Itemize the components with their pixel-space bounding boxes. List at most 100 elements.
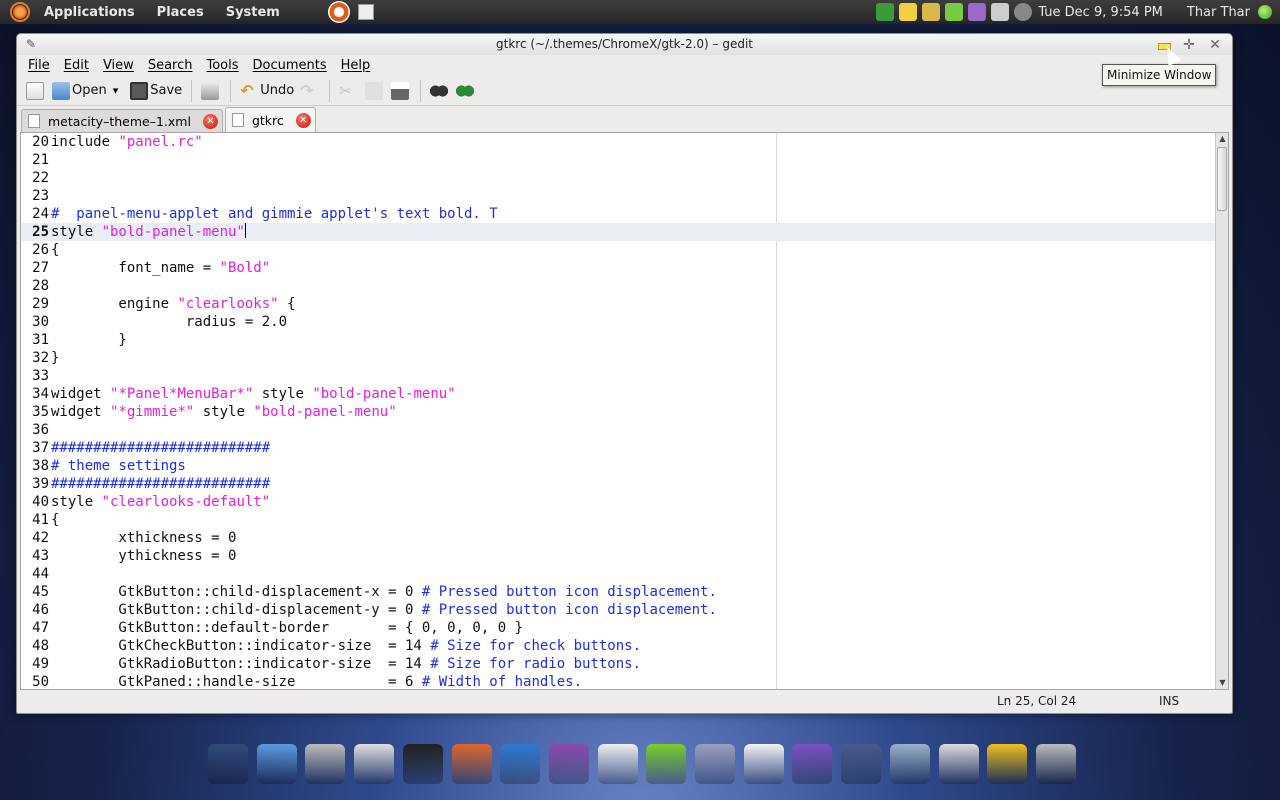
copy-button[interactable]	[362, 78, 388, 104]
clock[interactable]: Tue Dec 9, 9:54 PM	[1038, 5, 1163, 20]
menu-help[interactable]: Help	[334, 58, 378, 73]
tab-metacity-theme[interactable]: metacity–theme–1.xml ✕	[21, 109, 223, 132]
menu-search[interactable]: Search	[141, 58, 200, 73]
code-line[interactable]: 40 style "clearlooks-default"	[21, 493, 1215, 511]
network-icon[interactable]	[876, 3, 895, 21]
code-line[interactable]: 34 widget "*Panel*MenuBar*" style "bold-p…	[21, 385, 1215, 403]
close-window-button[interactable]: ✕	[1204, 36, 1226, 54]
code-line[interactable]: 32}	[21, 349, 1215, 367]
scroll-up-arrow-icon[interactable]: ▲	[1216, 133, 1228, 145]
code-line[interactable]: 46 GtkButton::child-displacement-y = 0 #…	[21, 601, 1215, 619]
note-launcher-icon[interactable]	[357, 4, 374, 20]
code-line[interactable]: 30 radius = 2.0	[21, 313, 1215, 331]
help-lifebuoy-icon[interactable]	[327, 1, 350, 23]
status-available-icon[interactable]	[1258, 5, 1272, 19]
text-editor[interactable]: 20 include "panel.rc" 21 22 23 24 # panel-menu…	[21, 133, 1215, 689]
code-text: {	[51, 242, 60, 258]
terminal-icon[interactable]	[402, 744, 443, 784]
code-line[interactable]: 50 GtkPaned::handle-size = 6 # Width of …	[21, 673, 1215, 689]
close-tab-icon[interactable]: ✕	[202, 113, 218, 129]
code-line[interactable]: 35 widget "*gimmie*" style "bold-panel-me…	[21, 403, 1215, 421]
text-editor-icon[interactable]	[597, 744, 638, 784]
code-line[interactable]: 22	[21, 169, 1215, 187]
compass-icon[interactable]	[695, 744, 736, 784]
tab-gtkrc[interactable]: gtkrc ✕	[224, 107, 316, 132]
places-menu[interactable]: Places	[149, 5, 212, 20]
code-line[interactable]: 45 GtkButton::child-displacement-x = 0 #…	[21, 583, 1215, 601]
code-line[interactable]: 38 # theme settings	[21, 457, 1215, 475]
code-line[interactable]: 33	[21, 367, 1215, 385]
menu-tools[interactable]: Tools	[199, 58, 245, 73]
window-icon[interactable]	[938, 744, 979, 784]
code-line[interactable]: 25 style "bold-panel-menu"	[21, 223, 1215, 241]
paste-button[interactable]	[388, 78, 414, 104]
code-line[interactable]: 43 ythickness = 0	[21, 547, 1215, 565]
menu-file[interactable]: File	[21, 58, 57, 73]
menu-edit[interactable]: Edit	[57, 58, 96, 73]
volume-icon[interactable]	[1014, 3, 1033, 21]
find-button[interactable]	[427, 78, 453, 104]
code-line[interactable]: 24 # panel-menu-applet and gimmie applet'…	[21, 205, 1215, 223]
menu-documents[interactable]: Documents	[246, 58, 334, 73]
code-line[interactable]: 47 GtkButton::default-border = { 0, 0, 0…	[21, 619, 1215, 637]
code-line[interactable]: 48 GtkCheckButton::indicator-size = 14 #…	[21, 637, 1215, 655]
code-line[interactable]: 39 ##########################	[21, 475, 1215, 493]
system-menu[interactable]: System	[218, 5, 288, 20]
code-line[interactable]: 41{	[21, 511, 1215, 529]
replace-button[interactable]	[453, 78, 479, 104]
redo-button[interactable]: ↷	[297, 78, 323, 104]
code-line[interactable]: 42 xthickness = 0	[21, 529, 1215, 547]
code-line[interactable]: 31 }	[21, 331, 1215, 349]
document-icon[interactable]	[743, 744, 784, 784]
ubuntu-logo-icon[interactable]	[10, 2, 30, 22]
notes-tray-icon[interactable]	[899, 3, 918, 21]
usb-icon[interactable]	[991, 3, 1010, 21]
drive-icon[interactable]	[305, 744, 346, 784]
undo-button[interactable]: ↶ Undo	[237, 78, 297, 104]
new-button[interactable]	[23, 78, 49, 104]
thunderbird-icon[interactable]	[500, 744, 541, 784]
code-line[interactable]: 26{	[21, 241, 1215, 259]
applications-menu[interactable]: Applications	[36, 5, 143, 20]
insert-mode[interactable]: INS	[1159, 694, 1179, 708]
code-line[interactable]: 21	[21, 151, 1215, 169]
close-tab-icon[interactable]: ✕	[295, 112, 311, 128]
pencil-icon[interactable]: ✎	[25, 38, 37, 50]
folder-icon[interactable]	[256, 744, 297, 784]
save-icon[interactable]	[841, 744, 882, 784]
open-button[interactable]: Open	[49, 78, 110, 104]
code-line[interactable]: 29 engine "clearlooks" {	[21, 295, 1215, 313]
notes-icon[interactable]	[987, 744, 1028, 784]
vertical-scrollbar[interactable]: ▲ ▼	[1215, 133, 1228, 689]
file-cabinet-icon[interactable]	[889, 744, 930, 784]
usb-drive-icon[interactable]	[354, 744, 395, 784]
code-line[interactable]: 20 include "panel.rc"	[21, 133, 1215, 151]
cut-button[interactable]: ✂	[336, 78, 362, 104]
code-line[interactable]: 28	[21, 277, 1215, 295]
code-line[interactable]: 27 font_name = "Bold"	[21, 259, 1215, 277]
firefox-icon[interactable]	[451, 744, 492, 784]
maximize-button[interactable]: ✛	[1178, 36, 1200, 54]
scroll-down-arrow-icon[interactable]: ▼	[1216, 677, 1228, 689]
globe-icon[interactable]	[792, 744, 833, 784]
settings-icon[interactable]	[968, 3, 987, 21]
code-line[interactable]: 49 GtkRadioButton::indicator-size = 14 #…	[21, 655, 1215, 673]
code-line[interactable]: 37 ##########################	[21, 439, 1215, 457]
user-name[interactable]: Thar Thar	[1187, 5, 1250, 20]
trash-icon[interactable]	[1035, 744, 1076, 784]
title-bar[interactable]: ✎ gtkrc (~/.themes/ChromeX/gtk-2.0) – ge…	[17, 34, 1232, 55]
open-recent-dropdown[interactable]: ▾	[110, 78, 122, 104]
menu-view[interactable]: View	[96, 58, 141, 73]
scrollbar-thumb[interactable]	[1217, 147, 1227, 211]
code-line[interactable]: 23	[21, 187, 1215, 205]
pidgin-icon[interactable]	[548, 744, 589, 784]
power-icon[interactable]	[945, 3, 964, 21]
save-disk-icon	[130, 81, 149, 100]
code-line[interactable]: 36	[21, 421, 1215, 439]
search-icon[interactable]	[922, 3, 941, 21]
print-button[interactable]	[198, 78, 224, 104]
desktop-icon[interactable]	[208, 744, 248, 784]
media-player-icon[interactable]	[646, 744, 687, 784]
code-line[interactable]: 44	[21, 565, 1215, 583]
save-button[interactable]: Save	[127, 78, 185, 104]
